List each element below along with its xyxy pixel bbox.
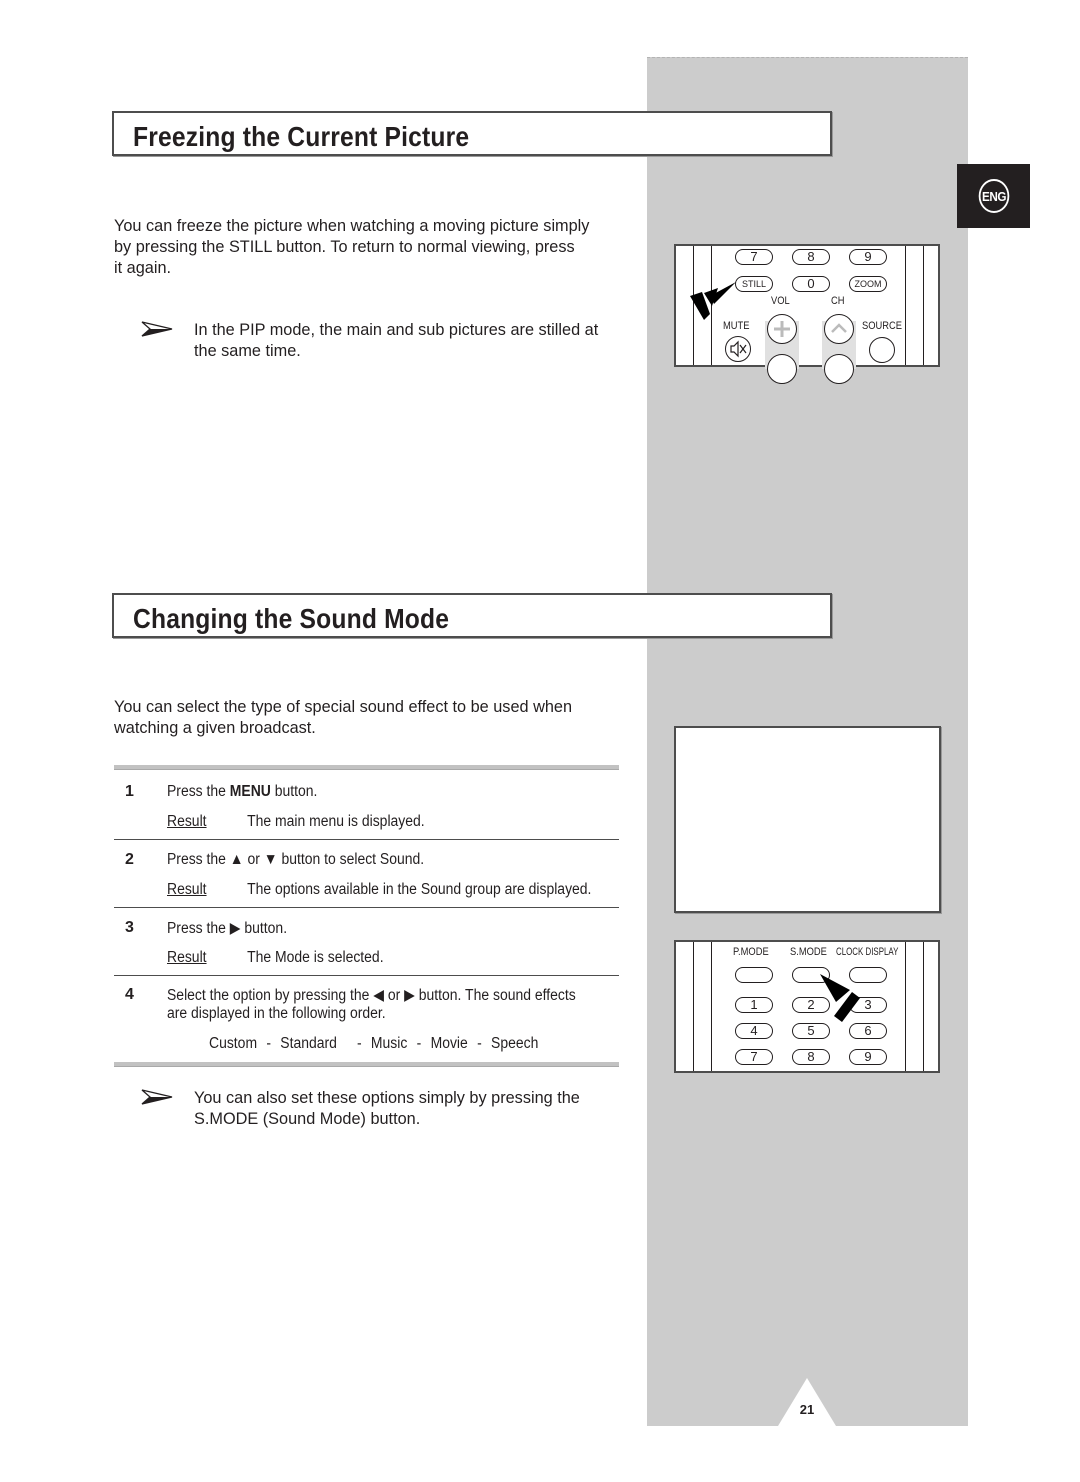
remote-button-7: 7 (735, 249, 773, 265)
text-line: In the PIP mode, the main and sub pictur… (194, 321, 599, 339)
remote-button-8: 8 (792, 249, 830, 265)
ch-down-button (824, 354, 854, 384)
remote-button-8: 8 (792, 1049, 830, 1065)
steps-table: 1 Press the MENU button. Result The main … (114, 765, 619, 1067)
text-line: S.MODE (Sound Mode) button. (194, 1110, 421, 1128)
pointer-arrow-icon (820, 974, 860, 1022)
pmode-label: P.MODE (733, 946, 769, 958)
text-line: it again. (114, 259, 172, 277)
sound-mode-option: Music (370, 1035, 408, 1052)
remote-button-7: 7 (735, 1049, 773, 1065)
remote-button-5: 5 (792, 1023, 830, 1039)
source-button (869, 337, 895, 363)
sound-note: You can also set these options simply by… (141, 1088, 631, 1130)
step-result: Result The Mode is selected. (167, 949, 384, 967)
separator: - (477, 1035, 482, 1052)
tv-screen-illustration (674, 726, 941, 913)
section-title-freeze: Freezing the Current Picture (133, 121, 470, 152)
sound-mode-order: Custom - Standard - Music - Movie - Spee… (209, 1035, 544, 1053)
text-line: watching a given broadcast. (114, 719, 316, 737)
remote-illustration-smode: P.MODE S.MODE CLOCK DISPLAY 1 2 3 4 5 6 … (674, 940, 940, 1073)
language-badge-label: ENG (978, 179, 1009, 213)
freeze-note: In the PIP mode, the main and sub pictur… (141, 320, 631, 362)
result-label: Result (167, 813, 207, 830)
remote-button-6: 6 (849, 1023, 887, 1039)
result-label: Result (167, 881, 207, 898)
vol-label: VOL (771, 295, 790, 307)
clock-display-label: CLOCK DISPLAY (836, 946, 899, 958)
freeze-description: You can freeze the picture when watching… (114, 216, 624, 279)
separator: - (356, 1035, 362, 1052)
result-text: The main menu is displayed. (247, 813, 425, 830)
remote-edge (905, 942, 906, 1071)
step-row: 1 Press the MENU button. Result The main … (114, 770, 619, 839)
separator: - (266, 1035, 272, 1052)
remote-edge (923, 942, 924, 1071)
text-line: the same time. (194, 342, 301, 360)
vol-up-button (767, 314, 797, 344)
divider (114, 1062, 619, 1067)
remote-button-zoom: ZOOM (849, 276, 887, 292)
ch-up-button (824, 314, 854, 344)
source-label: SOURCE (862, 320, 903, 332)
result-text: The options available in the Sound group… (247, 881, 592, 898)
mute-button (725, 336, 751, 362)
sound-mode-option: Movie (430, 1035, 468, 1052)
result-text: The Mode is selected. (247, 949, 384, 966)
mute-icon (730, 340, 747, 358)
step-instruction: Press the ▲ or ▼ button to select Sound. (167, 851, 425, 868)
step-instruction: Press the ▶ button. (167, 920, 288, 937)
step-number: 3 (125, 919, 134, 936)
plus-icon (774, 321, 790, 337)
smode-label: S.MODE (790, 946, 827, 958)
text-line: You can freeze the picture when watching… (114, 217, 590, 235)
page-number: 21 (799, 1402, 815, 1417)
remote-button-9: 9 (849, 249, 887, 265)
remote-button-9: 9 (849, 1049, 887, 1065)
chevron-up-icon (831, 323, 847, 333)
remote-edge (905, 246, 906, 365)
remote-button-1: 1 (735, 997, 773, 1013)
step-row: 2 Press the ▲ or ▼ button to select Soun… (114, 840, 619, 907)
remote-button-0: 0 (792, 276, 830, 292)
section-title-sound: Changing the Sound Mode (133, 603, 450, 634)
section-title-box-freeze: Freezing the Current Picture (112, 111, 832, 156)
remote-edge (693, 942, 694, 1071)
step-row: 4 Select the option by pressing the ◀ or… (114, 976, 619, 1062)
text: Press the (167, 783, 230, 800)
sound-mode-option: Standard (280, 1035, 337, 1052)
remote-button-4: 4 (735, 1023, 773, 1039)
vol-down-button (767, 354, 797, 384)
remote-button-still: STILL (735, 276, 773, 292)
step-instruction: are displayed in the following order. (167, 1005, 386, 1022)
pointer-arrow-icon (690, 282, 736, 320)
text: button. (270, 783, 318, 800)
note-arrow-icon (141, 321, 173, 337)
remote-illustration-still: 7 8 9 STILL 0 ZOOM VOL CH MUTE SOURCE (674, 244, 940, 384)
menu-keyword: MENU (229, 783, 271, 800)
remote-edge (923, 246, 924, 365)
separator: - (416, 1035, 422, 1052)
step-number: 2 (125, 851, 134, 868)
sound-description: You can select the type of special sound… (114, 697, 624, 739)
ch-label: CH (831, 295, 845, 307)
step-number: 1 (125, 783, 134, 800)
remote-edge (711, 942, 712, 1071)
step-result: Result The main menu is displayed. (167, 813, 425, 831)
text-line: by pressing the STILL button. To return … (114, 238, 575, 256)
language-badge: ENG (957, 164, 1030, 228)
note-arrow-icon (141, 1089, 173, 1105)
step-result: Result The options available in the Sound… (167, 881, 591, 899)
sound-mode-option: Custom (209, 1035, 258, 1052)
text-line: You can select the type of special sound… (114, 698, 573, 716)
sound-mode-option: Speech (491, 1035, 539, 1052)
result-label: Result (167, 949, 207, 966)
step-row: 3 Press the ▶ button. Result The Mode is … (114, 908, 619, 975)
pmode-button (735, 967, 773, 983)
step-number: 4 (125, 986, 134, 1003)
text-line: You can also set these options simply by… (194, 1089, 580, 1107)
section-title-box-sound: Changing the Sound Mode (112, 593, 832, 638)
step-instruction: Select the option by pressing the ◀ or ▶… (167, 987, 576, 1004)
step-instruction: Press the MENU button. (167, 783, 317, 801)
